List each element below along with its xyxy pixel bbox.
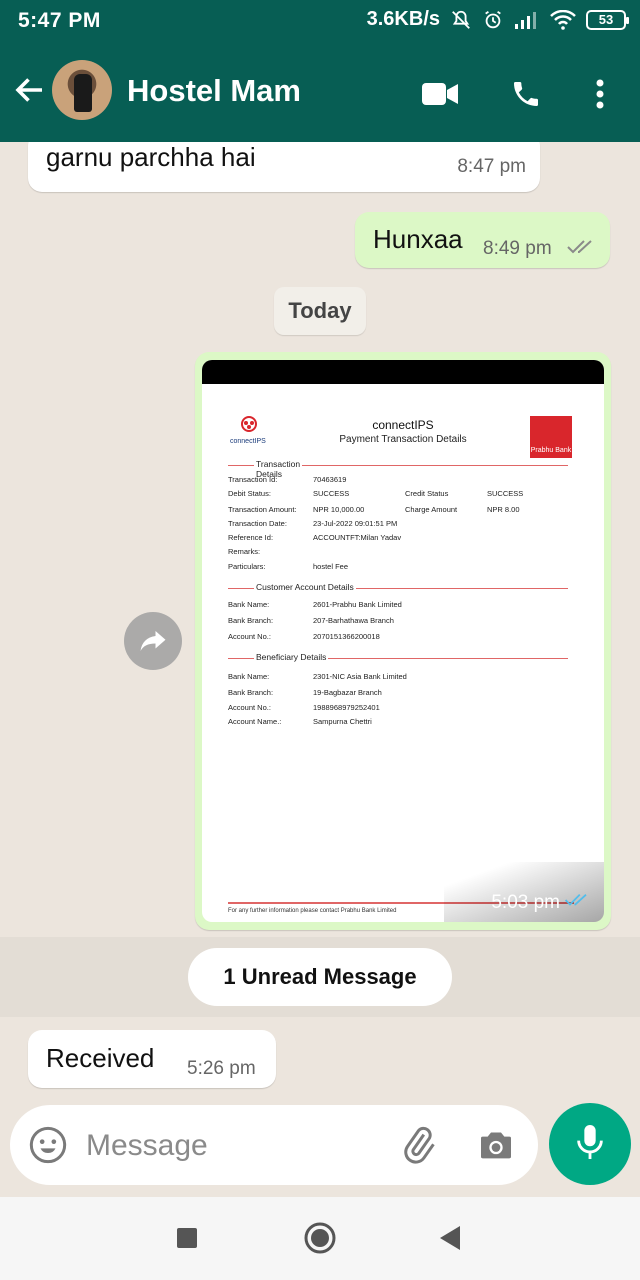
message-incoming[interactable]: Received 5:26 pm xyxy=(28,1030,276,1088)
message-text: Hunxaa xyxy=(373,224,463,254)
home-icon[interactable] xyxy=(303,1221,337,1260)
double-check-icon xyxy=(564,892,592,914)
forward-button[interactable] xyxy=(124,612,182,670)
double-check-icon xyxy=(567,238,597,261)
bell-off-icon xyxy=(450,9,472,31)
composer-bar: Message xyxy=(0,1097,640,1197)
receipt-image[interactable]: connectIPS Prabhu Bank connectIPS Paymen… xyxy=(202,360,604,922)
receipt-subtitle: Payment Transaction Details xyxy=(339,434,467,445)
receipt-title: connectIPS xyxy=(372,418,434,432)
message-time: 8:49 pm xyxy=(483,238,552,259)
battery-icon: 53 xyxy=(586,9,629,30)
more-vert-icon[interactable] xyxy=(580,74,620,114)
chat-area[interactable]: garnu parchha hai 8:47 pm Hunxaa 8:49 pm… xyxy=(0,142,640,1097)
message-text: Received xyxy=(46,1043,155,1073)
back-arrow-icon[interactable] xyxy=(12,72,48,108)
attach-icon[interactable] xyxy=(398,1125,438,1170)
signal-icon xyxy=(514,10,540,30)
image-time-text: 5:03 pm xyxy=(491,892,560,913)
message-input[interactable]: Message xyxy=(10,1105,538,1185)
message-text: garnu parchha hai xyxy=(46,142,256,172)
unread-banner: 1 Unread Message xyxy=(188,948,452,1006)
mic-icon xyxy=(573,1122,607,1167)
avatar[interactable] xyxy=(52,60,112,120)
contact-name[interactable]: Hostel Mam xyxy=(127,73,301,109)
recents-icon[interactable] xyxy=(176,1227,198,1254)
message-time: 8:47 pm xyxy=(457,156,526,177)
voice-call-icon[interactable] xyxy=(506,74,546,114)
mic-button[interactable] xyxy=(549,1103,631,1185)
chat-header: Hostel Mam xyxy=(0,48,640,138)
message-incoming[interactable]: garnu parchha hai 8:47 pm xyxy=(28,142,540,192)
status-bar: 5:47 PM 3.6KB/s 53 xyxy=(0,0,640,44)
status-time: 5:47 PM xyxy=(18,9,101,32)
message-time: 5:26 pm xyxy=(187,1058,256,1079)
message-placeholder: Message xyxy=(86,1129,208,1162)
back-icon[interactable] xyxy=(438,1225,462,1256)
video-call-icon[interactable] xyxy=(420,74,460,114)
wifi-icon xyxy=(550,9,576,30)
day-separator: Today xyxy=(274,287,366,335)
top-bar: 5:47 PM 3.6KB/s 53 Hostel Mam xyxy=(0,0,640,142)
message-outgoing[interactable]: Hunxaa 8:49 pm xyxy=(355,212,610,268)
system-nav-bar xyxy=(0,1197,640,1280)
camera-icon[interactable] xyxy=(476,1125,516,1170)
status-right: 3.6KB/s 53 xyxy=(366,8,629,31)
alarm-icon xyxy=(482,9,504,31)
receipt-footer: For any further information please conta… xyxy=(228,908,397,914)
network-speed: 3.6KB/s xyxy=(366,8,440,30)
emoji-icon[interactable] xyxy=(28,1125,68,1170)
image-time: 5:03 pm xyxy=(491,892,592,914)
receipt-top-bar xyxy=(202,360,604,384)
